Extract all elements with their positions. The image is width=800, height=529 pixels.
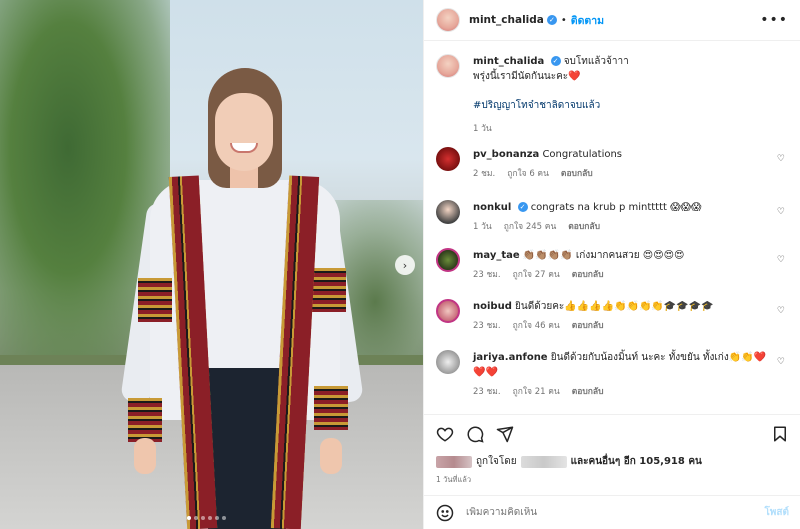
comment-item: jariya.anfone ยินดีด้วยกับน้องมิ้นท์ นะค… xyxy=(436,350,791,398)
comment-likes[interactable]: ถูกใจ 46 คน xyxy=(513,321,560,331)
comment-time: 23 ชม. xyxy=(473,321,501,331)
verified-badge-icon: ✓ xyxy=(550,56,561,66)
reply-button[interactable]: ตอบกลับ xyxy=(572,387,604,397)
liked-by-label: ถูกใจโดย xyxy=(476,456,517,467)
likes-count[interactable]: และคนอื่นๆ อีก 105,918 คน xyxy=(571,454,702,469)
comment-likes[interactable]: ถูกใจ 21 คน xyxy=(513,387,560,397)
caption-line-2: พรุ่งนี้เรามีนัดกันนะคะ xyxy=(473,71,569,82)
like-heart-icon[interactable]: ♡ xyxy=(777,357,785,367)
post-time: 1 วันที่แล้ว xyxy=(436,475,472,484)
carousel-dot xyxy=(215,516,219,520)
carousel-next-button[interactable]: › xyxy=(395,255,415,275)
comment-username[interactable]: nonkul xyxy=(473,202,511,213)
comment-time: 1 วัน xyxy=(473,222,492,232)
bookmark-icon[interactable] xyxy=(771,425,789,443)
reply-button[interactable]: ตอบกลับ xyxy=(568,222,600,232)
left-hand xyxy=(134,438,156,474)
avatar[interactable] xyxy=(436,248,460,272)
comment-item: noibud ยินดีด้วยคะ👍👍👍👍👏👏👏👏🎓🎓🎓🎓 23 ชม. ถูก… xyxy=(436,299,791,332)
verified-badge-icon: ✓ xyxy=(517,202,528,212)
reply-button[interactable]: ตอบกลับ xyxy=(572,270,604,280)
gown-stripe-lower-right xyxy=(314,386,348,430)
caption: mint_chalida ✓ จบโทแล้วจ้าาา พรุ่งนี้เรา… xyxy=(436,54,791,135)
comment-time: 23 ชม. xyxy=(473,387,501,397)
instagram-post-view: › mint_chalida ✓ • ติดตาม ••• mint_chali… xyxy=(0,0,800,529)
comment-item: may_tae 👏🏽👏🏽👏🏽👏🏽 เก่งมากคนสวย 😍😍😍😍 23 ชม… xyxy=(436,248,791,281)
avatar[interactable] xyxy=(436,299,460,323)
chevron-right-icon: › xyxy=(402,258,408,272)
comment-username[interactable]: pv_bonanza xyxy=(473,149,539,160)
carousel-dots xyxy=(187,516,226,520)
like-heart-icon[interactable]: ♡ xyxy=(777,255,785,265)
comment-item: pv_bonanza Congratulations 2 ชม. ถูกใจ 6 … xyxy=(436,147,791,180)
follow-button[interactable]: ติดตาม xyxy=(571,12,604,29)
comment-username[interactable]: may_tae xyxy=(473,250,520,261)
avatar[interactable] xyxy=(436,147,460,171)
carousel-dot xyxy=(222,516,226,520)
comment-text: Congratulations xyxy=(542,149,623,160)
gown-stripe-upper-left xyxy=(138,278,172,322)
comment-likes[interactable]: ถูกใจ 27 คน xyxy=(513,270,560,280)
comment-likes[interactable]: ถูกใจ 6 คน xyxy=(507,169,549,179)
post-header: mint_chalida ✓ • ติดตาม ••• xyxy=(424,0,800,41)
carousel-dot xyxy=(187,516,191,520)
comment-text: ยินดีด้วยคะ👍👍👍👍👏👏👏👏🎓🎓🎓🎓 xyxy=(515,301,714,312)
comment-icon[interactable] xyxy=(466,425,484,443)
like-heart-icon[interactable]: ♡ xyxy=(777,207,785,217)
avatar[interactable] xyxy=(436,200,460,224)
carousel-dot xyxy=(201,516,205,520)
separator-dot: • xyxy=(560,14,567,26)
action-bar xyxy=(424,414,800,452)
comment-item: nonkul ✓ congrats na krub p minttttt 😱😱😱… xyxy=(436,200,791,233)
face xyxy=(215,93,273,171)
caption-line-1: จบโทแล้วจ้าาา xyxy=(563,56,629,67)
avatar[interactable] xyxy=(436,54,460,78)
hashtag-link[interactable]: #ปริญญาโทจ๋าชาลิดาจบแล้ว xyxy=(473,100,600,111)
share-icon[interactable] xyxy=(496,425,514,443)
comment-input[interactable] xyxy=(466,507,765,518)
header-username[interactable]: mint_chalida xyxy=(469,14,544,26)
avatar[interactable] xyxy=(436,350,460,374)
post-side-panel: mint_chalida ✓ • ติดตาม ••• mint_chalida… xyxy=(423,0,800,529)
liker-name-blurred xyxy=(520,455,567,468)
gown-stripe-lower-left xyxy=(128,398,162,442)
gown-stripe-upper-right xyxy=(312,268,346,312)
verified-badge-icon: ✓ xyxy=(546,15,557,25)
reply-button[interactable]: ตอบกลับ xyxy=(561,169,593,179)
heart-icon[interactable] xyxy=(436,425,454,443)
avatar[interactable] xyxy=(436,8,460,32)
heart-emoji: ❤️ xyxy=(568,71,581,82)
comments-list[interactable]: mint_chalida ✓ จบโทแล้วจ้าาา พรุ่งนี้เรา… xyxy=(424,42,800,412)
post-photo[interactable]: › xyxy=(0,0,423,529)
comment-username[interactable]: noibud xyxy=(473,301,512,312)
carousel-dot xyxy=(194,516,198,520)
like-heart-icon[interactable]: ♡ xyxy=(777,306,785,316)
comment-username[interactable]: jariya.anfone xyxy=(473,352,548,363)
emoji-icon[interactable] xyxy=(436,504,454,522)
comment-time: 23 ชม. xyxy=(473,270,501,280)
caption-time: 1 วัน xyxy=(473,124,492,134)
graduate-figure xyxy=(120,68,364,529)
more-horizontal-icon[interactable]: ••• xyxy=(760,12,788,28)
caption-username[interactable]: mint_chalida xyxy=(473,56,544,67)
carousel-dot xyxy=(208,516,212,520)
comment-text: congrats na krub p minttttt 😱😱😱 xyxy=(530,202,702,213)
comment-time: 2 ชม. xyxy=(473,169,496,179)
comment-text: 👏🏽👏🏽👏🏽👏🏽 เก่งมากคนสวย 😍😍😍😍 xyxy=(522,250,685,261)
likes-summary[interactable]: ถูกใจโดย และคนอื่นๆ อีก 105,918 คน xyxy=(436,454,702,469)
add-comment-bar: โพสต์ xyxy=(424,495,800,529)
right-hand xyxy=(320,438,342,474)
comment-likes[interactable]: ถูกใจ 245 คน xyxy=(504,222,557,232)
reply-button[interactable]: ตอบกลับ xyxy=(572,321,604,331)
like-heart-icon[interactable]: ♡ xyxy=(777,154,785,164)
post-comment-button[interactable]: โพสต์ xyxy=(764,505,789,520)
liker-avatars-blurred xyxy=(436,455,472,468)
